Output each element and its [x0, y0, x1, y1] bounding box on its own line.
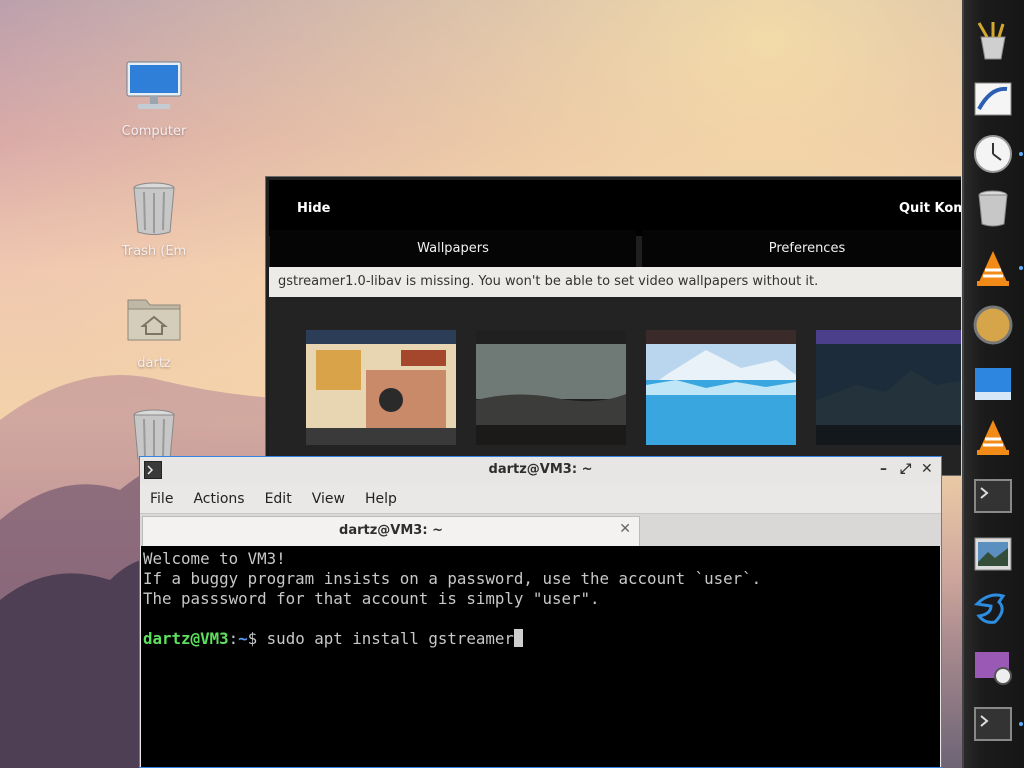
- output-line: The passsword for that account is simply…: [143, 589, 600, 608]
- close-icon[interactable]: ✕: [921, 461, 933, 477]
- trash-icon[interactable]: [970, 185, 1016, 231]
- screenshot-icon[interactable]: [970, 643, 1016, 689]
- menu-help[interactable]: Help: [365, 491, 397, 507]
- vlc-icon[interactable]: [970, 245, 1023, 291]
- bird-icon[interactable]: [970, 585, 1016, 631]
- desktop-icon-home[interactable]: dartz: [110, 290, 198, 371]
- tab-close-icon[interactable]: ✕: [619, 521, 631, 537]
- output-line: If a buggy program insists on a password…: [143, 569, 762, 588]
- text-editor-icon[interactable]: [970, 76, 1016, 122]
- window-icon[interactable]: [970, 361, 1016, 407]
- image-viewer-icon[interactable]: [970, 531, 1016, 577]
- vlc-icon[interactable]: [970, 414, 1016, 460]
- komorebi-topbar: Hide Quit Kome: [269, 180, 961, 236]
- prompt-separator: :: [228, 629, 239, 648]
- terminal-output[interactable]: Welcome to VM3! If a buggy program insist…: [141, 546, 940, 767]
- terminal-tab-title: dartz@VM3: ~: [339, 523, 443, 538]
- menu-file[interactable]: File: [150, 491, 173, 507]
- maximize-icon[interactable]: ⤢: [900, 461, 911, 477]
- glacier-wallpaper[interactable]: [646, 330, 796, 445]
- brush-cup-icon[interactable]: [970, 18, 1016, 64]
- menu-view[interactable]: View: [312, 491, 345, 507]
- mural-wallpaper[interactable]: [306, 330, 456, 445]
- desktop-icon-label: Trash (Em: [121, 244, 187, 259]
- desktop-icon-computer[interactable]: Computer: [110, 58, 198, 139]
- trash-icon: [124, 178, 184, 238]
- komorebi-window: Hide Quit Kome Wallpapers Preferences gs…: [265, 176, 961, 476]
- terminal-icon[interactable]: [970, 473, 1016, 519]
- menu-edit[interactable]: Edit: [265, 491, 292, 507]
- terminal-icon[interactable]: [970, 701, 1023, 747]
- terminal-menubar: File Actions Edit View Help: [140, 485, 941, 513]
- tab-preferences[interactable]: Preferences: [642, 230, 961, 267]
- terminal-window: dartz@VM3: ~ – ⤢ ✕ File Actions Edit Vie…: [139, 456, 942, 768]
- application-dock: [962, 0, 1024, 768]
- wallpaper-grid: [269, 297, 961, 475]
- home-folder-icon: [124, 290, 184, 350]
- menu-actions[interactable]: Actions: [193, 491, 244, 507]
- prompt-user: dartz@VM3: [143, 629, 229, 648]
- hide-button[interactable]: Hide: [297, 201, 330, 216]
- text-cursor: [513, 629, 523, 647]
- desktop-icon-label: dartz: [137, 356, 171, 371]
- running-indicator: [1019, 722, 1023, 726]
- command-line: dartz@VM3:~$ sudo apt install gstreamer: [143, 629, 938, 649]
- foggy-hills-wallpaper[interactable]: [476, 330, 626, 445]
- terminal-titlebar[interactable]: dartz@VM3: ~ – ⤢ ✕: [140, 457, 941, 485]
- running-indicator: [1019, 266, 1023, 270]
- desktop-icon-label: Computer: [121, 124, 187, 139]
- prompt-path: ~: [238, 629, 248, 648]
- missing-dependency-warning: gstreamer1.0-libav is missing. You won't…: [269, 267, 961, 297]
- tab-wallpapers[interactable]: Wallpapers: [270, 230, 636, 267]
- prompt-symbol: $: [247, 629, 267, 648]
- terminal-tab-bar: dartz@VM3: ~ ✕: [140, 513, 941, 546]
- window-title: dartz@VM3: ~: [488, 462, 593, 477]
- running-indicator: [1019, 152, 1023, 156]
- command-input[interactable]: sudo apt install gstreamer: [267, 629, 514, 648]
- dark-mountain-wallpaper[interactable]: [816, 330, 961, 445]
- desktop-icon-trash[interactable]: Trash (Em: [110, 178, 198, 259]
- clock-icon[interactable]: [970, 131, 1023, 177]
- output-line: Welcome to VM3!: [143, 549, 286, 568]
- quit-button[interactable]: Quit Kome: [899, 201, 961, 216]
- terminal-tab[interactable]: dartz@VM3: ~ ✕: [142, 516, 640, 546]
- sphere-icon[interactable]: [970, 302, 1016, 348]
- minimize-icon[interactable]: –: [880, 461, 887, 477]
- computer-icon: [124, 58, 184, 118]
